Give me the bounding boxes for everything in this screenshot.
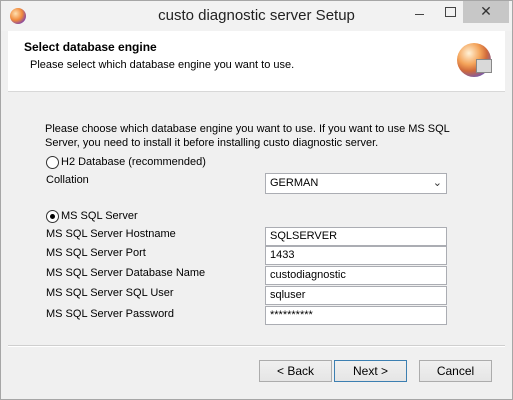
installer-box-icon [476,59,492,73]
h2-database-label[interactable]: H2 Database (recommended) [61,156,206,168]
maximize-icon [445,7,456,17]
collation-select[interactable]: GERMAN ⌄ [265,173,447,194]
password-label: MS SQL Server Password [46,308,174,320]
database-name-input[interactable]: custodiagnostic [265,266,447,285]
h2-database-radio[interactable] [46,156,59,169]
collation-value: GERMAN [270,177,319,189]
cancel-button[interactable]: Cancel [419,360,492,382]
collation-label: Collation [46,174,89,186]
close-button[interactable]: ✕ [463,1,509,23]
database-name-label: MS SQL Server Database Name [46,267,206,279]
port-input[interactable]: 1433 [265,246,447,265]
footer-separator [8,345,505,347]
sql-user-input[interactable]: sqluser [265,286,447,305]
intro-text: Please choose which database engine you … [45,123,450,149]
title-bar[interactable]: custo diagnostic server Setup ✕ [1,1,512,31]
page-subtitle: Please select which database engine you … [30,59,295,71]
chevron-down-icon[interactable]: ⌄ [433,176,442,189]
hostname-label: MS SQL Server Hostname [46,228,176,240]
hostname-input[interactable]: SQLSERVER [265,227,447,246]
ms-sql-server-radio[interactable] [46,210,59,223]
port-label: MS SQL Server Port [46,247,146,259]
back-button[interactable]: < Back [259,360,332,382]
page-title: Select database engine [24,40,157,54]
minimize-button[interactable] [404,1,434,23]
installer-logo-icon [457,43,492,77]
maximize-button[interactable] [435,1,465,23]
wizard-header: Select database engine Please select whi… [8,31,505,92]
setup-window: custo diagnostic server Setup ✕ Select d… [0,0,513,400]
close-icon: ✕ [480,3,492,19]
next-button[interactable]: Next > [334,360,407,382]
wizard-body: Please choose which database engine you … [8,92,505,342]
minimize-icon [415,14,424,15]
sql-user-label: MS SQL Server SQL User [46,287,174,299]
ms-sql-server-label[interactable]: MS SQL Server [61,210,138,222]
password-input[interactable]: ********** [265,306,447,325]
